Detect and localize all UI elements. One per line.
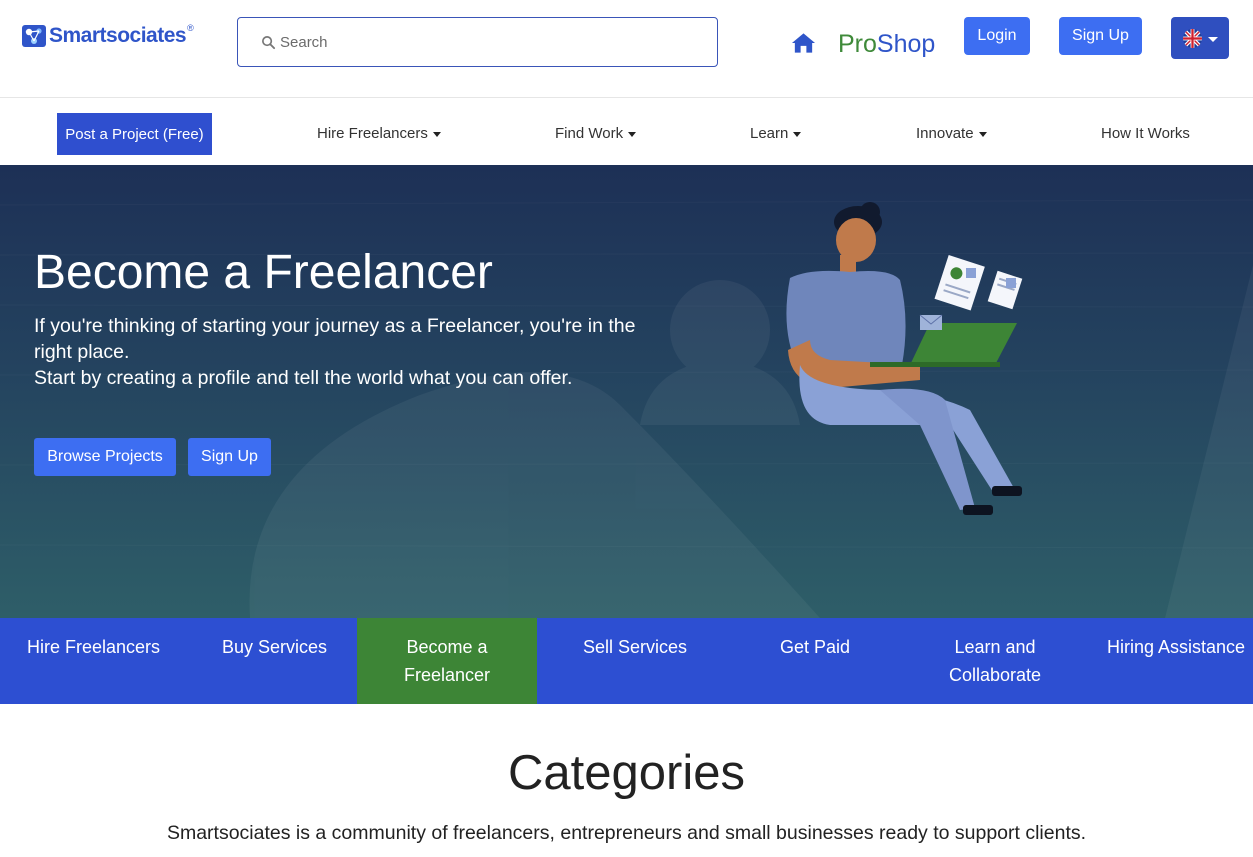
- hero-banner: Become a Freelancer If you're thinking o…: [0, 165, 1253, 618]
- proshop-pro-text: Pro: [838, 30, 877, 58]
- nav-find-work[interactable]: Find Work: [555, 125, 637, 142]
- search-box[interactable]: [237, 17, 718, 67]
- main-nav: Post a Project (Free) Hire Freelancers F…: [0, 98, 1253, 165]
- proshop-link[interactable]: ProShop: [838, 30, 935, 59]
- tab-sell-services[interactable]: Sell Services: [545, 618, 725, 704]
- caret-down-icon: [628, 132, 637, 137]
- nav-item-label: Find Work: [555, 125, 624, 142]
- search-icon: [262, 35, 276, 49]
- proshop-shop-text: Shop: [876, 30, 936, 58]
- hero-description: If you're thinking of starting your jour…: [34, 313, 674, 391]
- nav-hire-freelancers[interactable]: Hire Freelancers: [317, 125, 441, 142]
- chevron-down-icon: [1207, 37, 1218, 42]
- nav-innovate[interactable]: Innovate: [916, 125, 987, 142]
- post-project-button[interactable]: Post a Project (Free): [57, 113, 212, 155]
- freelancer-illustration: [786, 202, 1023, 515]
- top-header: Smartsociates ® ProShop Login Sign Up: [0, 0, 1253, 98]
- language-selector[interactable]: [1171, 17, 1229, 59]
- tab-hire-freelancers[interactable]: Hire Freelancers: [0, 618, 187, 704]
- tab-hiring-assistance[interactable]: Hiring Assistance: [1095, 618, 1253, 704]
- categories-description: Smartsociates is a community of freelanc…: [166, 822, 1087, 844]
- signup-button[interactable]: Sign Up: [1059, 17, 1142, 55]
- tab-learn-and-collaborate[interactable]: Learn and Collaborate: [905, 618, 1085, 704]
- tab-get-paid[interactable]: Get Paid: [725, 618, 905, 704]
- caret-down-icon: [793, 132, 802, 137]
- home-icon[interactable]: [791, 32, 816, 54]
- hero-title: Become a Freelancer: [34, 246, 493, 299]
- nav-item-label: Hire Freelancers: [317, 125, 428, 142]
- logo[interactable]: Smartsociates ®: [20, 22, 194, 50]
- logo-mark-icon: [22, 25, 46, 47]
- nav-item-label: How It Works: [1101, 125, 1190, 142]
- uk-flag-icon: [1182, 28, 1202, 48]
- logo-text: Smartsociates: [49, 24, 187, 47]
- hero-line-1: If you're thinking of starting your jour…: [34, 315, 636, 363]
- tab-buy-services[interactable]: Buy Services: [187, 618, 362, 704]
- categories-title: Categories: [508, 746, 745, 800]
- tab-become-a-freelancer[interactable]: Become a Freelancer: [357, 618, 537, 704]
- registered-mark: ®: [187, 23, 194, 33]
- caret-down-icon: [432, 132, 441, 137]
- hero-line-2: Start by creating a profile and tell the…: [34, 367, 573, 389]
- login-button[interactable]: Login: [964, 17, 1030, 55]
- caret-down-icon: [978, 132, 987, 137]
- nav-how-it-works[interactable]: How It Works: [1101, 125, 1190, 142]
- hero-background-shapes: [249, 265, 1253, 618]
- search-input[interactable]: [280, 33, 680, 51]
- hero-signup-button[interactable]: Sign Up: [188, 438, 271, 476]
- category-tabs: Hire Freelancers Buy Services Become a F…: [0, 618, 1253, 704]
- nav-item-label: Innovate: [916, 125, 974, 142]
- nav-item-label: Learn: [750, 125, 789, 142]
- nav-learn[interactable]: Learn: [750, 125, 802, 142]
- browse-projects-button[interactable]: Browse Projects: [34, 438, 176, 476]
